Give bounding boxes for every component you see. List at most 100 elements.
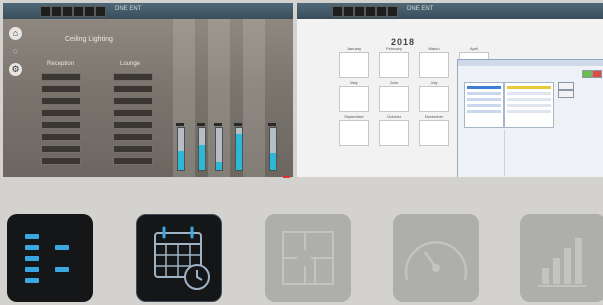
toolbar-button[interactable] — [365, 6, 376, 17]
window-title: DNE ENT — [115, 6, 142, 12]
cancel-button[interactable] — [592, 70, 602, 78]
toolbar-button[interactable] — [62, 6, 73, 17]
month-grid[interactable] — [379, 120, 409, 146]
table-row[interactable] — [507, 86, 551, 89]
month-label: June — [389, 80, 399, 85]
table-row[interactable] — [507, 98, 551, 101]
column-heading-lounge: Lounge — [120, 61, 141, 67]
list-item[interactable] — [467, 86, 501, 89]
chart-feature-tile[interactable] — [520, 214, 603, 302]
light-scene-button[interactable] — [41, 73, 81, 81]
toolbar-button[interactable] — [40, 6, 51, 17]
light-scene-button[interactable] — [41, 97, 81, 105]
floor-plan-feature-tile[interactable] — [265, 214, 351, 302]
light-scene-button[interactable] — [113, 121, 153, 129]
toolbar-button[interactable] — [354, 6, 365, 17]
table-row[interactable] — [507, 92, 551, 95]
light-icon[interactable]: ○ — [9, 45, 22, 58]
gauge-fill — [199, 144, 205, 170]
toolbar-button[interactable] — [332, 6, 343, 17]
status-marker — [283, 176, 290, 178]
window-titlebar: DNE ENT — [3, 3, 293, 19]
light-scene-button[interactable] — [41, 157, 81, 165]
window-title: DNE ENT — [407, 6, 434, 12]
light-scene-button[interactable] — [113, 133, 153, 141]
schedule-grid[interactable] — [504, 82, 554, 128]
background-pillar — [243, 19, 265, 177]
list-item[interactable] — [467, 92, 501, 95]
month-label: March — [428, 46, 440, 51]
dimmer-gauge[interactable] — [177, 127, 185, 171]
month-label: September — [344, 114, 364, 119]
light-scene-button[interactable] — [41, 133, 81, 141]
toolbar-button[interactable] — [73, 6, 84, 17]
month-label: November — [424, 114, 444, 119]
dimmer-gauge[interactable] — [215, 127, 223, 171]
light-scene-button[interactable] — [41, 121, 81, 129]
dimmer-gauge[interactable] — [235, 127, 243, 171]
month-grid[interactable] — [339, 86, 369, 112]
month-grid[interactable] — [379, 52, 409, 78]
settings-icon[interactable]: ⚙ — [9, 63, 22, 76]
toolbar-button[interactable] — [84, 6, 95, 17]
window-titlebar: DNE ENT — [297, 3, 603, 19]
dialog-button[interactable] — [558, 90, 574, 98]
gauge-fill — [216, 161, 222, 170]
list-feature-tile[interactable] — [7, 214, 93, 302]
ok-button[interactable] — [582, 70, 592, 78]
month-label: April — [469, 46, 478, 51]
list-item[interactable] — [467, 98, 501, 101]
month-grid[interactable] — [419, 52, 449, 78]
month-grid[interactable] — [419, 120, 449, 146]
dialog-button[interactable] — [558, 82, 574, 90]
table-row[interactable] — [507, 110, 551, 113]
list-item[interactable] — [467, 110, 501, 113]
light-scene-button[interactable] — [113, 97, 153, 105]
gauge-feature-tile[interactable] — [393, 214, 479, 302]
toolbar-button[interactable] — [343, 6, 354, 17]
schedule-dialog — [457, 59, 603, 177]
dimmer-gauge[interactable] — [198, 127, 206, 171]
month-grid[interactable] — [339, 52, 369, 78]
gauge-fill — [236, 134, 242, 170]
dialog-titlebar — [458, 60, 603, 66]
light-scene-button[interactable] — [41, 85, 81, 93]
month-grid[interactable] — [419, 86, 449, 112]
toolbar-button[interactable] — [95, 6, 106, 17]
gauge-cap — [214, 123, 222, 126]
light-scene-button[interactable] — [113, 109, 153, 117]
gauge-icon — [404, 241, 468, 281]
toolbar-button[interactable] — [387, 6, 398, 17]
column-heading-reception: Reception — [47, 61, 75, 67]
schedule-list[interactable] — [464, 82, 504, 128]
dimmer-gauge[interactable] — [269, 127, 277, 171]
gauge-cap — [176, 123, 184, 126]
light-scene-button[interactable] — [41, 145, 81, 153]
month-grid[interactable] — [379, 86, 409, 112]
toolbar-button[interactable] — [51, 6, 62, 17]
gauge-cap — [197, 123, 205, 126]
gauge-fill — [178, 151, 184, 170]
light-scene-button[interactable] — [113, 145, 153, 153]
list-icon — [25, 234, 69, 283]
month-label: July — [430, 80, 438, 85]
light-scene-button[interactable] — [113, 157, 153, 165]
light-scene-button[interactable] — [113, 85, 153, 93]
month-label: May — [350, 80, 358, 85]
table-row[interactable] — [507, 104, 551, 107]
list-item[interactable] — [467, 104, 501, 107]
light-scene-button[interactable] — [113, 73, 153, 81]
bar-chart-icon — [538, 238, 586, 287]
page-title: Ceiling Lighting — [65, 36, 113, 43]
calendar-feature-tile[interactable] — [136, 214, 222, 302]
month-label: January — [346, 46, 362, 51]
lighting-screenshot: DNE ENT ⌂ ○ ⚙ Ceiling Lighting Reception… — [3, 3, 293, 177]
month-grid[interactable] — [339, 120, 369, 146]
light-scene-button[interactable] — [41, 109, 81, 117]
home-icon[interactable]: ⌂ — [9, 27, 22, 40]
toolbar-button[interactable] — [376, 6, 387, 17]
gauge-fill — [270, 153, 276, 170]
scheduler-screenshot: DNE ENT 2018 January February March April Ma… — [297, 3, 603, 177]
month-label: February — [385, 46, 402, 51]
month-label: October — [386, 114, 402, 119]
